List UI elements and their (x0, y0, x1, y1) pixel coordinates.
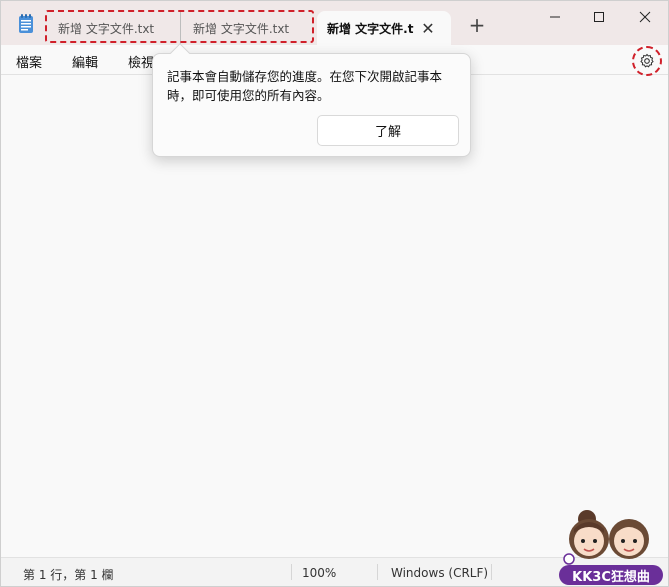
status-divider (491, 564, 492, 580)
status-divider (377, 564, 378, 580)
close-window-button[interactable] (623, 1, 667, 33)
new-tab-button[interactable]: + (467, 13, 487, 37)
tab-file-2[interactable]: 新增 文字文件.txt (180, 11, 314, 45)
cursor-position: 第 1 行，第 1 欄 (23, 568, 114, 582)
title-bar: 新增 文字文件.txt 新增 文字文件.txt 新增 文字文件.t ✕ + (1, 1, 668, 45)
menu-edit[interactable]: 編輯 (72, 52, 98, 71)
tab-file-1[interactable]: 新增 文字文件.txt (46, 11, 180, 45)
tab-label: 新增 文字文件.txt (193, 21, 290, 36)
minimize-button[interactable] (533, 1, 577, 33)
got-it-button[interactable]: 了解 (317, 115, 459, 146)
minimize-icon (550, 16, 560, 18)
zoom-level[interactable]: 100% (302, 566, 336, 580)
gear-icon (640, 53, 654, 68)
maximize-icon (594, 12, 604, 22)
notepad-app-icon (19, 14, 33, 33)
tab-label: 新增 文字文件.t (327, 21, 414, 36)
notepad-window: 新增 文字文件.txt 新增 文字文件.txt 新增 文字文件.t ✕ + 檔案… (0, 0, 669, 587)
mascot-faces-icon (563, 510, 649, 565)
autosave-teaching-tip: 記事本會自動儲存您的進度。在您下次開啟記事本時，即可使用您的所有內容。 了解 (152, 43, 471, 157)
menu-view[interactable]: 檢視 (128, 52, 154, 71)
close-tab-icon[interactable]: ✕ (419, 19, 437, 38)
tab-file-active[interactable]: 新增 文字文件.t ✕ (317, 11, 451, 45)
menu-file[interactable]: 檔案 (16, 52, 42, 71)
close-icon (639, 11, 651, 23)
watermark-logo: KK3C狂想曲 (559, 503, 663, 585)
tab-label: 新增 文字文件.txt (58, 21, 155, 36)
line-ending[interactable]: Windows (CRLF) (391, 566, 488, 580)
watermark-text: KK3C狂想曲 (559, 565, 663, 585)
settings-button[interactable] (632, 46, 662, 76)
maximize-button[interactable] (577, 1, 621, 33)
status-divider (291, 564, 292, 580)
autosave-message: 記事本會自動儲存您的進度。在您下次開啟記事本時，即可使用您的所有內容。 (167, 69, 443, 103)
